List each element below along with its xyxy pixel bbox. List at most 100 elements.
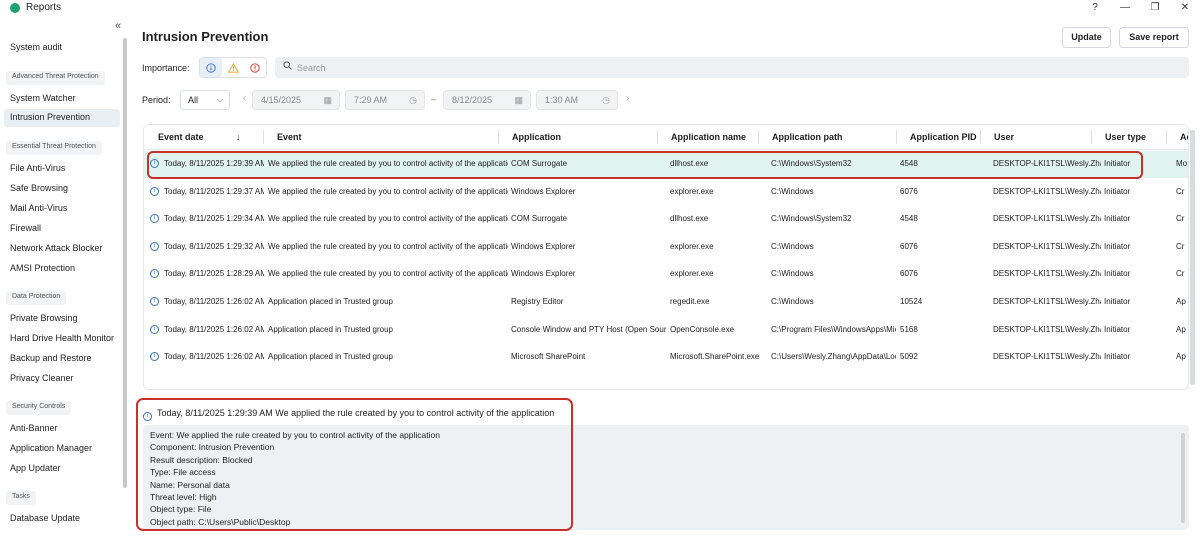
sidebar-scrollbar[interactable] <box>123 38 127 488</box>
info-icon: i <box>150 269 159 279</box>
time-from-field[interactable]: 7:29 AM ◷ <box>345 90 425 110</box>
info-icon: i <box>150 352 159 362</box>
window-title: Reports <box>26 2 62 13</box>
column-separator[interactable] <box>980 130 981 144</box>
update-button[interactable]: Update <box>1062 27 1111 48</box>
search-icon <box>283 61 292 73</box>
importance-label: Importance: <box>142 63 190 73</box>
help-button[interactable]: ? <box>1080 0 1110 16</box>
app-logo-icon <box>10 3 20 13</box>
column-separator[interactable] <box>263 130 264 144</box>
column-header-0[interactable]: Event date <box>158 132 204 142</box>
table-cell: 4548 <box>900 214 918 224</box>
table-cell: Microsoft SharePoint <box>511 352 586 362</box>
table-scrollbar[interactable] <box>1190 130 1195 385</box>
sidebar-item-17[interactable]: Anti-Banner <box>10 423 58 433</box>
column-header-4[interactable]: Application path <box>772 132 843 142</box>
sidebar-item-0[interactable]: System audit <box>10 42 62 52</box>
critical-importance-toggle[interactable] <box>244 58 266 77</box>
date-from-field[interactable]: 4/15/2025 ▦ <box>252 90 340 110</box>
reports-window: Reports ? — ❐ ✕ « System audit Advanced T… <box>0 0 1200 537</box>
sidebar-item-12[interactable]: Private Browsing <box>10 313 78 323</box>
table-cell: DESKTOP-LKI1TSL\Wesly.Zhang <box>993 352 1101 362</box>
sidebar-section-16: Security Controls <box>6 401 72 415</box>
save-report-button[interactable]: Save report <box>1119 27 1189 48</box>
column-separator[interactable] <box>758 130 759 144</box>
minimize-button[interactable]: — <box>1110 0 1140 16</box>
table-cell: We applied the rule created by you to co… <box>268 241 508 251</box>
range-dash: – <box>431 94 437 104</box>
column-separator[interactable] <box>1091 130 1092 144</box>
table-cell: Registry Editor <box>511 297 564 306</box>
table-cell: Application placed in Trusted group <box>268 297 393 306</box>
table-cell: Today, 8/11/2025 1:26:02 AM <box>164 324 264 334</box>
table-cell: OpenConsole.exe <box>670 324 735 334</box>
column-separator[interactable] <box>498 130 499 144</box>
previous-period-icon[interactable]: ‹ <box>243 93 246 104</box>
sidebar-item-2[interactable]: System Watcher <box>10 93 76 103</box>
table-cell: C:\Program Files\WindowsApps\Micr <box>771 324 896 334</box>
column-header-8[interactable]: Ac <box>1180 132 1188 142</box>
sidebar-item-6[interactable]: Safe Browsing <box>10 183 68 193</box>
collapse-sidebar-icon[interactable]: « <box>115 20 121 32</box>
table-cell: Windows Explorer <box>511 241 576 251</box>
time-to-field[interactable]: 1:30 AM ◷ <box>536 90 618 110</box>
sidebar-item-21[interactable]: Database Update <box>10 513 80 523</box>
sidebar-item-3[interactable]: Intrusion Prevention <box>4 109 120 127</box>
sidebar: « System audit Advanced Threat Protection… <box>0 16 130 537</box>
sidebar-item-7[interactable]: Mail Anti-Virus <box>10 203 67 213</box>
table-cell: Ap <box>1176 324 1186 334</box>
column-header-6[interactable]: User <box>994 132 1014 142</box>
column-separator[interactable] <box>896 130 897 144</box>
next-period-icon[interactable]: › <box>626 93 629 104</box>
table-row[interactable]: i Today, 8/11/2025 1:26:02 AM Application … <box>144 289 1188 316</box>
column-separator[interactable] <box>657 130 658 144</box>
column-header-2[interactable]: Application <box>512 132 561 142</box>
column-header-3[interactable]: Application name <box>671 132 746 142</box>
table-row[interactable]: i Today, 8/11/2025 1:29:32 AM We applied t… <box>144 234 1188 261</box>
period-select[interactable]: All ⌵ <box>180 90 230 110</box>
table-cell: Initiator <box>1104 352 1131 362</box>
table-row[interactable]: i Today, 8/11/2025 1:26:02 AM Application … <box>144 344 1188 371</box>
sidebar-item-19[interactable]: App Updater <box>10 463 61 473</box>
column-separator[interactable] <box>1166 130 1167 144</box>
sidebar-item-10[interactable]: AMSI Protection <box>10 263 75 273</box>
restore-button[interactable]: ❐ <box>1140 0 1170 16</box>
chevron-down-icon: ⌵ <box>216 95 223 104</box>
table-row[interactable]: i Today, 8/11/2025 1:29:37 AM We applied t… <box>144 179 1188 206</box>
sidebar-item-14[interactable]: Backup and Restore <box>10 353 92 363</box>
table-cell: We applied the rule created by you to co… <box>268 186 508 196</box>
info-importance-toggle[interactable] <box>200 58 222 77</box>
column-header-7[interactable]: User type <box>1105 132 1146 142</box>
info-icon: i <box>150 241 159 251</box>
table-cell: Windows Explorer <box>511 186 576 196</box>
column-header-1[interactable]: Event <box>277 132 302 142</box>
sidebar-item-13[interactable]: Hard Drive Health Monitor <box>10 333 114 343</box>
table-cell: DESKTOP-LKI1TSL\Wesly.Zhang <box>993 297 1101 306</box>
sidebar-item-18[interactable]: Application Manager <box>10 443 92 453</box>
search-input[interactable] <box>297 60 1177 75</box>
details-scrollbar[interactable] <box>1181 433 1185 523</box>
clock-icon: ◷ <box>409 95 417 105</box>
sort-desc-icon[interactable]: ↓ <box>236 132 241 142</box>
sidebar-item-5[interactable]: File Anti-Virus <box>10 163 65 173</box>
table-cell: Initiator <box>1104 297 1131 306</box>
date-to-field[interactable]: 8/12/2025 ▦ <box>443 90 531 110</box>
column-header-5[interactable]: Application PID <box>910 132 977 142</box>
table-row[interactable]: i Today, 8/11/2025 1:29:34 AM We applied t… <box>144 206 1188 233</box>
sidebar-item-15[interactable]: Privacy Cleaner <box>10 373 74 383</box>
table-cell: 10524 <box>900 297 923 306</box>
warning-importance-toggle[interactable] <box>222 58 244 77</box>
table-row[interactable]: i Today, 8/11/2025 1:26:02 AM Application … <box>144 317 1188 344</box>
table-row[interactable]: i Today, 8/11/2025 1:28:29 AM We applied t… <box>144 261 1188 288</box>
sidebar-item-8[interactable]: Firewall <box>10 223 41 233</box>
table-cell: 5168 <box>900 324 918 334</box>
table-cell: 6076 <box>900 269 918 279</box>
sidebar-item-9[interactable]: Network Attack Blocker <box>10 243 103 253</box>
sidebar-section-1: Advanced Threat Protection <box>6 71 105 85</box>
table-cell: DESKTOP-LKI1TSL\Wesly.Zhang <box>993 186 1101 196</box>
sidebar-section-4: Essential Threat Protection <box>6 141 102 155</box>
close-button[interactable]: ✕ <box>1170 0 1200 16</box>
page-title: Intrusion Prevention <box>142 29 269 44</box>
date-from-value: 4/15/2025 <box>261 95 302 105</box>
